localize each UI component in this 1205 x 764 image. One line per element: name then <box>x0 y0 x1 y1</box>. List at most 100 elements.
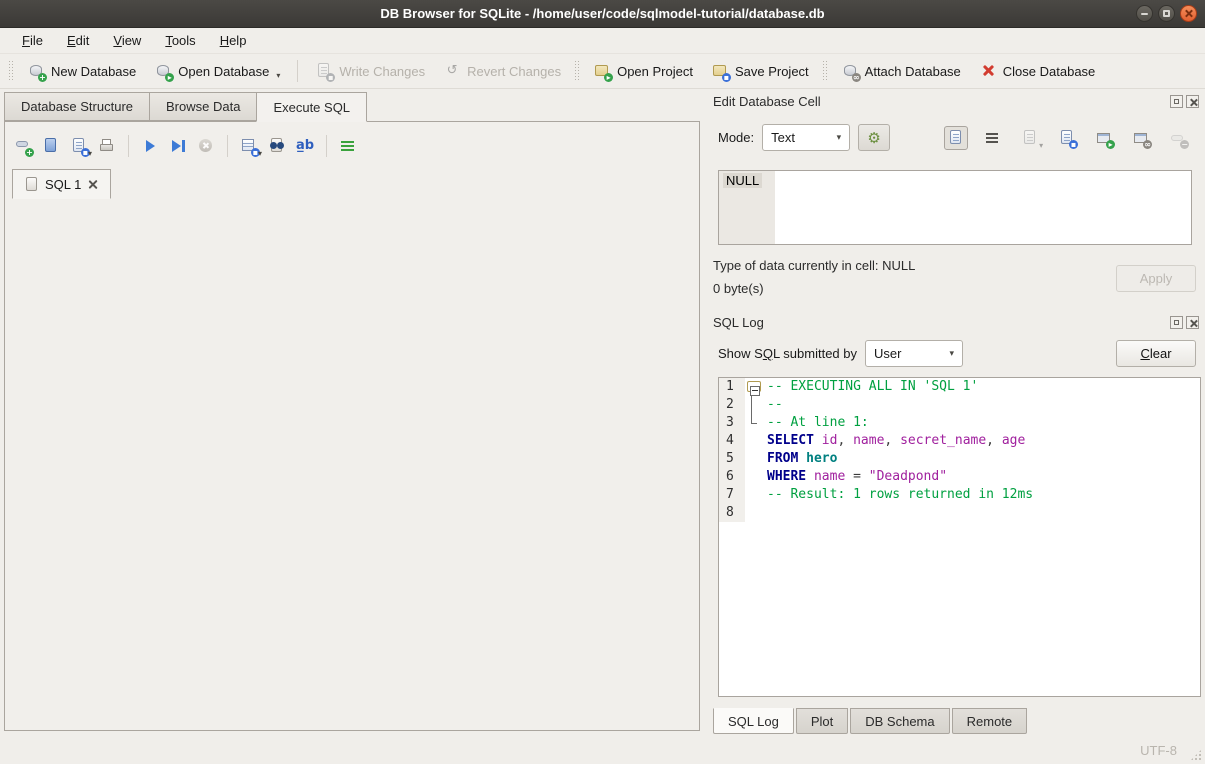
write-changes-button: ▪ Write Changes <box>306 57 434 85</box>
auto-switch-mode-button[interactable]: ⚙ <box>858 124 890 151</box>
app-window: DB Browser for SQLite - /home/user/code/… <box>0 0 1205 764</box>
open-database-icon: ▸ <box>154 62 172 80</box>
fold-marker-icon[interactable] <box>747 381 761 392</box>
sql-file-tab-label: SQL 1 <box>45 177 81 192</box>
line-number: 7 <box>719 486 745 504</box>
fold-marker-icon <box>745 396 759 414</box>
toolbar-handle[interactable] <box>8 60 14 82</box>
sql-log-dock-title: SQL Log <box>713 315 764 330</box>
open-project-icon: ▸ <box>593 62 611 80</box>
clear-log-button[interactable]: Clear <box>1116 340 1196 367</box>
new-sql-tab-icon[interactable]: + <box>14 137 32 155</box>
mode-combobox[interactable]: Text▾ <box>762 124 850 151</box>
fold-column <box>745 504 759 522</box>
float-panel-icon[interactable] <box>1170 95 1183 108</box>
maximize-icon <box>1163 10 1170 17</box>
menu-help[interactable]: Help <box>210 30 257 51</box>
fold-column <box>745 450 759 468</box>
dock-tab-sql-log[interactable]: SQL Log <box>713 708 794 734</box>
save-sql-file-icon[interactable]: ▪▾ <box>70 137 88 155</box>
line-number: 2 <box>719 396 745 414</box>
dock-tab-remote[interactable]: Remote <box>952 708 1028 734</box>
close-database-icon <box>979 62 997 80</box>
code-line: 7-- Result: 1 rows returned in 12ms <box>719 486 1200 504</box>
code-line: 6WHERE name = "Deadpond" <box>719 468 1200 486</box>
save-project-icon: ▪ <box>711 62 729 80</box>
sql-document-icon <box>25 176 39 192</box>
fold-column <box>745 468 759 486</box>
main-tab-bar: Database Structure Browse Data Execute S… <box>4 92 367 122</box>
line-number: 8 <box>719 504 745 522</box>
sql-log-view[interactable]: 1-- EXECUTING ALL IN 'SQL 1'2--3-- At li… <box>718 377 1201 697</box>
cell-null-gutter: NULL <box>719 171 775 244</box>
title-bar[interactable]: DB Browser for SQLite - /home/user/code/… <box>0 0 1205 28</box>
export-to-file-icon[interactable]: ▪ <box>1055 126 1079 150</box>
cell-size-text: 0 byte(s) <box>713 281 764 296</box>
line-number: 3 <box>719 414 745 432</box>
mode-label: Mode: <box>718 130 754 145</box>
menu-edit[interactable]: Edit <box>57 30 99 51</box>
open-database-menu-caret-icon: ▾ <box>276 71 280 80</box>
line-number: 5 <box>719 450 745 468</box>
open-url-icon[interactable]: ∞ <box>1129 126 1153 150</box>
cell-word-wrap-icon[interactable] <box>981 126 1005 150</box>
minimize-button[interactable] <box>1136 5 1153 22</box>
toolbar-handle[interactable] <box>822 60 828 82</box>
float-panel-icon[interactable] <box>1170 316 1183 329</box>
menu-view[interactable]: View <box>103 30 151 51</box>
menu-bar: File Edit View Tools Help <box>0 28 1205 54</box>
tab-browse-data[interactable]: Browse Data <box>149 92 256 121</box>
close-database-button[interactable]: Close Database <box>970 57 1105 85</box>
find-replace-icon[interactable] <box>268 137 286 155</box>
edit-cell-dock-title: Edit Database Cell <box>713 94 821 109</box>
minimize-icon <box>1141 13 1148 15</box>
open-in-app-icon[interactable]: ▸ <box>1092 126 1116 150</box>
status-bar: UTF-8 <box>0 735 1205 764</box>
attach-database-button[interactable]: ∞ Attach Database <box>832 57 970 85</box>
cell-value: NULL <box>723 173 762 188</box>
print-sql-icon[interactable] <box>98 137 116 155</box>
revert-changes-button: ↺ Revert Changes <box>434 57 570 85</box>
gear-icon: ⚙ <box>865 129 883 147</box>
auto-format-icon[interactable]: a̲b <box>296 137 314 155</box>
import-from-file-icon: ▾ <box>1018 126 1042 150</box>
write-changes-icon: ▪ <box>315 62 333 80</box>
code-line: 2-- <box>719 396 1200 414</box>
new-database-button[interactable]: + New Database <box>18 57 145 85</box>
execute-line-icon[interactable] <box>169 137 187 155</box>
open-database-button[interactable]: ▸ Open Database ▾ <box>145 57 289 85</box>
code-line: 5FROM hero <box>719 450 1200 468</box>
dock-tab-db-schema[interactable]: DB Schema <box>850 708 949 734</box>
maximize-button[interactable] <box>1158 5 1175 22</box>
save-results-icon[interactable]: ▪▾ <box>240 137 258 155</box>
text-mode-toggle[interactable] <box>944 126 968 150</box>
save-project-button[interactable]: ▪ Save Project <box>702 57 818 85</box>
set-null-icon: − <box>1166 126 1190 150</box>
cell-type-text: Type of data currently in cell: NULL <box>713 258 915 273</box>
execute-all-icon[interactable] <box>141 137 159 155</box>
sql-toolbar: + ▪▾ ▪▾ a̲b <box>14 131 357 161</box>
sql-source-combobox[interactable]: User▾ <box>865 340 963 367</box>
close-button[interactable] <box>1180 5 1197 22</box>
sql-file-tab[interactable]: SQL 1 <box>12 169 111 199</box>
open-sql-file-icon[interactable] <box>42 137 60 155</box>
tab-execute-sql[interactable]: Execute SQL <box>256 92 367 122</box>
code-line: 3-- At line 1: <box>719 414 1200 432</box>
menu-file[interactable]: File <box>12 30 53 51</box>
attach-database-icon: ∞ <box>841 62 859 80</box>
close-sql-tab-icon[interactable] <box>87 179 98 190</box>
line-number: 4 <box>719 432 745 450</box>
dock-tab-plot[interactable]: Plot <box>796 708 848 734</box>
menu-tools[interactable]: Tools <box>155 30 205 51</box>
word-wrap-icon[interactable] <box>339 137 357 155</box>
execute-sql-panel <box>4 121 700 731</box>
revert-changes-icon: ↺ <box>443 62 461 80</box>
toolbar-handle[interactable] <box>574 60 580 82</box>
resize-grip[interactable] <box>1190 749 1202 761</box>
encoding-indicator: UTF-8 <box>1140 743 1177 758</box>
cell-value-editor[interactable]: NULL <box>718 170 1192 245</box>
open-project-button[interactable]: ▸ Open Project <box>584 57 702 85</box>
close-panel-icon[interactable] <box>1186 95 1199 108</box>
tab-database-structure[interactable]: Database Structure <box>4 92 149 121</box>
close-panel-icon[interactable] <box>1186 316 1199 329</box>
